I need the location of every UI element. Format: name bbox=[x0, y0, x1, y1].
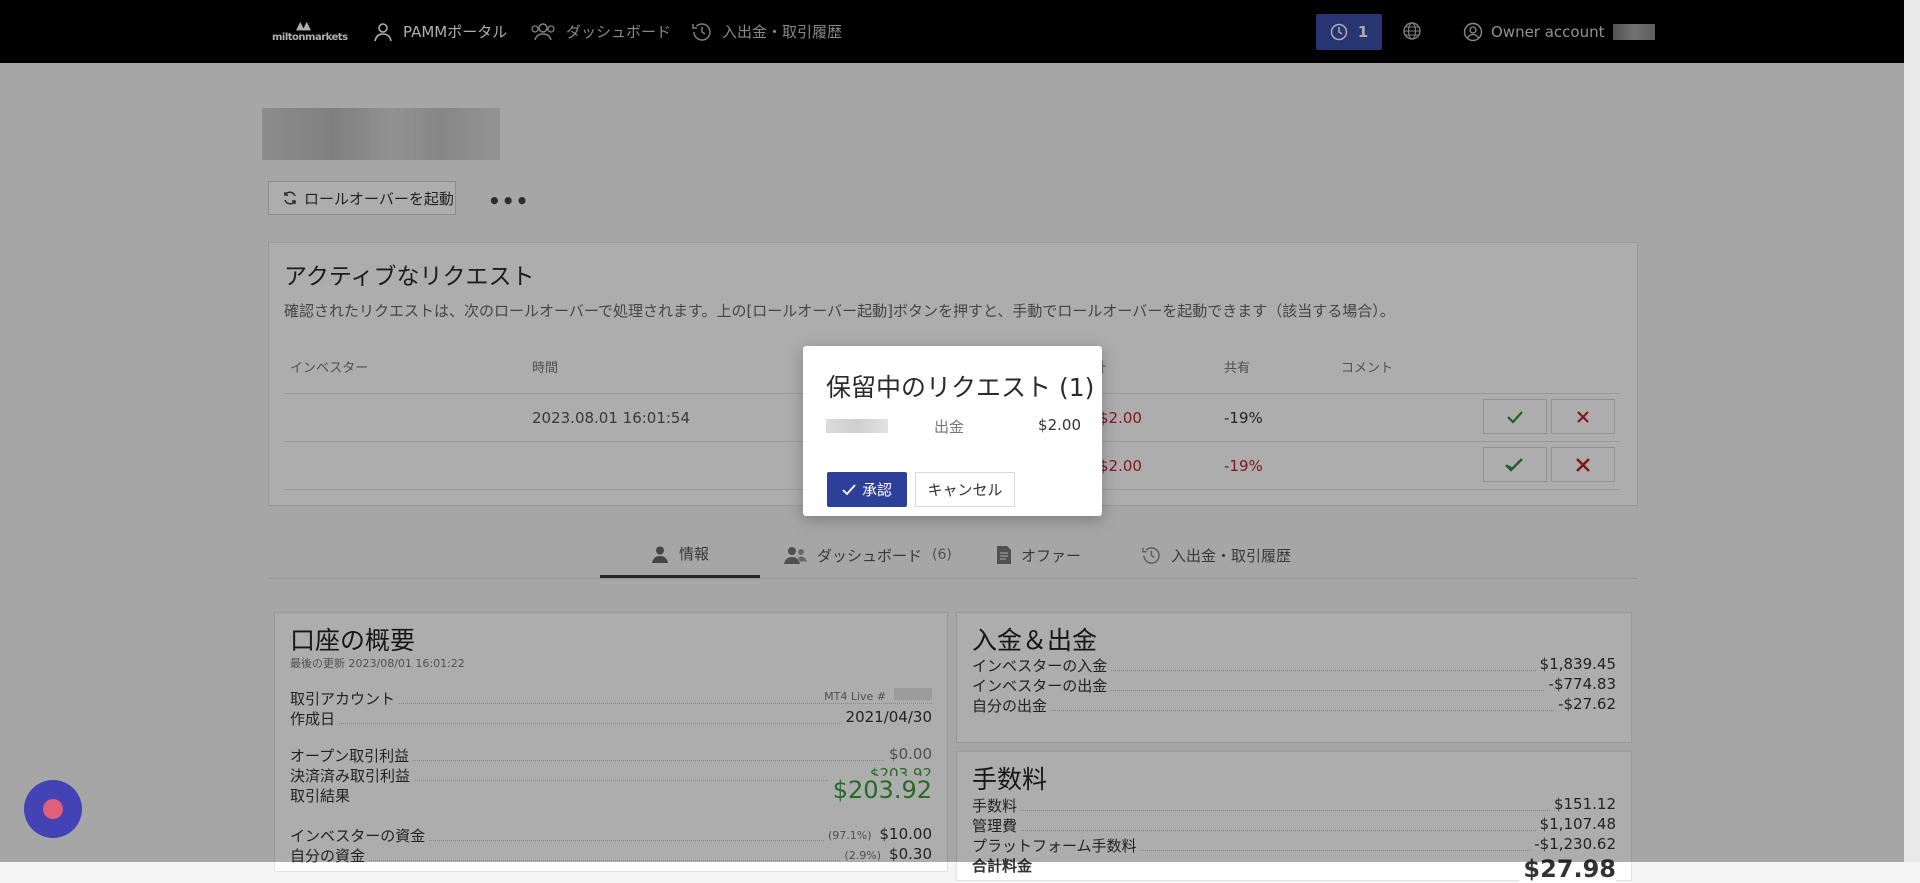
approve-button[interactable]: 承認 bbox=[827, 472, 907, 507]
chat-icon bbox=[43, 799, 63, 819]
modal-request-row: 出金 $2.00 bbox=[826, 416, 1081, 436]
chat-widget-button[interactable] bbox=[24, 780, 82, 838]
check-icon bbox=[842, 483, 856, 495]
redacted-investor bbox=[826, 419, 888, 433]
pending-requests-modal: 保留中のリクエスト (1) 出金 $2.00 承認 キャンセル bbox=[803, 346, 1102, 516]
page-scrollbar[interactable] bbox=[1904, 0, 1920, 862]
modal-request-type: 出金 bbox=[934, 418, 965, 436]
cancel-button[interactable]: キャンセル bbox=[915, 472, 1015, 507]
approve-label: 承認 bbox=[861, 481, 892, 499]
modal-request-amount: $2.00 bbox=[1038, 416, 1081, 434]
modal-title: 保留中のリクエスト (1) bbox=[826, 373, 1095, 402]
